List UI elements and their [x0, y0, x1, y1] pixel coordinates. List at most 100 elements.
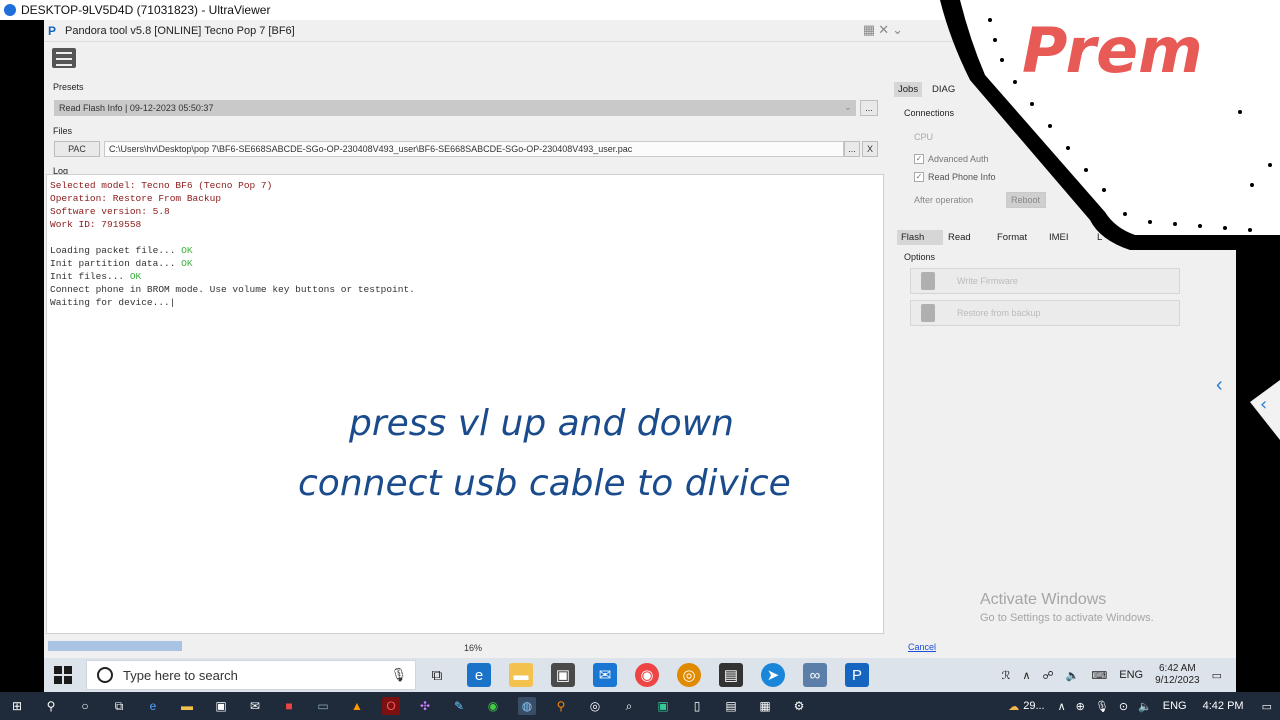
write-firmware-label: Write Firmware — [957, 276, 1018, 286]
clock-time[interactable]: 4:42 PM — [1203, 700, 1244, 712]
edge-icon[interactable]: e — [144, 697, 162, 715]
ultraviewer-icon[interactable]: ◍ — [518, 697, 536, 715]
overlay-caption-2: connect usb cable to divice — [298, 463, 791, 504]
browse-button[interactable]: ... — [844, 141, 860, 157]
network-icon[interactable]: ⊕ — [1076, 700, 1085, 713]
vlc-icon[interactable]: ▲ — [348, 697, 366, 715]
clear-file-button[interactable]: X — [862, 141, 878, 157]
tab-jobs[interactable]: Jobs — [894, 82, 923, 97]
log-line: Init files... OK — [50, 271, 142, 282]
cpu-label: CPU — [914, 132, 934, 142]
network-icon[interactable]: ☍ — [1043, 669, 1054, 682]
restore-backup-label: Restore from backup — [957, 308, 1041, 318]
chevron-up-icon[interactable]: ∧ — [1022, 669, 1030, 682]
task-view-icon[interactable]: ⧉ — [425, 663, 449, 687]
windows-start-icon[interactable] — [54, 666, 72, 684]
file-path-input[interactable]: C:\Users\hv\Desktop\pop 7\BF6-SE668SABCD… — [104, 141, 844, 157]
windows-start-icon[interactable]: ⊞ — [8, 697, 26, 715]
app-red-icon[interactable]: ■ — [280, 697, 298, 715]
overlay-caption-1: press vl up and down — [349, 403, 734, 444]
tab-flash[interactable]: Flash — [897, 230, 943, 245]
phone-icon — [921, 272, 935, 290]
app-icon[interactable]: ▣ — [654, 697, 672, 715]
preset-value: Read Flash Info | 09-12-2023 05:50:37 — [59, 103, 214, 113]
magnifier-icon[interactable]: ⌕ — [620, 697, 638, 715]
advanced-auth-checkbox[interactable]: ✓ — [914, 154, 924, 164]
notepad-icon[interactable]: ▤ — [719, 663, 743, 687]
app-icon[interactable]: ▤ — [722, 697, 740, 715]
camera-icon[interactable]: ⊙ — [1119, 700, 1128, 713]
cortana-icon[interactable]: ○ — [76, 697, 94, 715]
log-line: Selected model: Tecno BF6 (Tecno Pop 7) — [50, 180, 273, 191]
phone-icon — [921, 304, 935, 322]
app-icon[interactable]: ▦ — [756, 697, 774, 715]
people-icon[interactable]: ℛ — [1002, 669, 1011, 682]
notification-icon[interactable]: ▭ — [1262, 700, 1272, 713]
pandora-taskbar-icon[interactable]: P — [845, 663, 869, 687]
app-icon[interactable]: ◎ — [586, 697, 604, 715]
write-firmware-button[interactable]: Write Firmware — [910, 268, 1180, 294]
presets-more-button[interactable]: ... — [860, 100, 878, 116]
chevron-up-icon[interactable]: ∧ — [1058, 700, 1066, 713]
edge-icon[interactable]: e — [467, 663, 491, 687]
cancel-link[interactable]: Cancel — [908, 642, 936, 652]
side-expand-tab[interactable]: ‹ — [1250, 380, 1280, 440]
clock[interactable]: 6:42 AM 9/12/2023 — [1155, 663, 1200, 687]
app-title: Pandora tool v5.8 [ONLINE] Tecno Pop 7 [… — [65, 24, 295, 37]
search-app-icon[interactable]: ⚲ — [552, 697, 570, 715]
file-explorer-icon[interactable]: ▬ — [509, 663, 533, 687]
log-line: Work ID: 7919558 — [50, 219, 142, 230]
settings-gear-icon[interactable]: ⚙ — [790, 697, 808, 715]
store-icon[interactable]: ▣ — [551, 663, 575, 687]
task-view-icon[interactable]: ⧉ — [110, 697, 128, 715]
options-label: Options — [904, 252, 936, 262]
volume-icon[interactable]: 🔈 — [1138, 700, 1152, 713]
log-line: Init partition data... OK — [50, 258, 193, 269]
volume-icon[interactable]: 🔈 — [1066, 669, 1080, 682]
store-icon[interactable]: ▣ — [212, 697, 230, 715]
file-path-value: C:\Users\hv\Desktop\pop 7\BF6-SE668SABCD… — [109, 144, 633, 154]
chrome-icon[interactable]: ◉ — [635, 663, 659, 687]
restore-backup-button[interactable]: Restore from backup — [910, 300, 1180, 326]
mail-icon[interactable]: ✉ — [593, 663, 617, 687]
microphone-icon[interactable]: 🎙 — [390, 667, 407, 683]
search-icon[interactable]: ⚲ — [42, 697, 60, 715]
microphone-icon[interactable]: 🎙 — [1095, 700, 1109, 713]
link-icon[interactable]: ∞ — [803, 663, 827, 687]
premium-badge: Prem — [940, 0, 1280, 250]
mail-icon[interactable]: ✉ — [246, 697, 264, 715]
title-controls[interactable]: ▦✕⌄ — [863, 22, 906, 38]
presets-select[interactable]: Read Flash Info | 09-12-2023 05:50:37 — [54, 100, 856, 116]
keyboard-icon[interactable]: ⌨ — [1091, 669, 1107, 682]
telegram-icon[interactable]: ➤ — [761, 663, 785, 687]
presets-label: Presets — [53, 82, 84, 92]
pac-button[interactable]: PAC — [54, 141, 100, 157]
log-line: Connect phone in BROM mode. Use volume k… — [50, 284, 415, 295]
clock-time: 6:42 AM — [1158, 663, 1196, 674]
app-icon[interactable]: ▭ — [314, 697, 332, 715]
ultraviewer-logo-icon — [4, 4, 16, 16]
language-indicator[interactable]: ENG — [1163, 700, 1187, 712]
log-line: Waiting for device...| — [50, 297, 176, 308]
progress-fill — [48, 641, 182, 651]
app-icon[interactable]: ✎ — [450, 697, 468, 715]
weather-icon[interactable]: ☁ — [1008, 700, 1019, 713]
badge-text: Prem — [1022, 14, 1203, 87]
read-phone-info-checkbox[interactable]: ✓ — [914, 172, 924, 182]
remote-taskbar: Type here to search 🎙 ⧉ e ▬ ▣ ✉ ◉ ◎ ▤ ➤ … — [44, 658, 1236, 692]
taskbar-search-box[interactable]: Type here to search 🎙 — [86, 660, 416, 690]
app-icon[interactable]: ◎ — [677, 663, 701, 687]
opera-icon[interactable]: O — [382, 697, 400, 715]
file-explorer-icon[interactable]: ▬ — [178, 697, 196, 715]
notification-icon[interactable]: ▭ — [1212, 669, 1222, 682]
app-icon[interactable]: ▯ — [688, 697, 706, 715]
activate-windows-subtitle: Go to Settings to activate Windows. — [980, 612, 1154, 624]
hamburger-menu-icon[interactable] — [52, 48, 76, 68]
weather-temp: 29... — [1023, 700, 1045, 712]
language-indicator[interactable]: ENG — [1119, 669, 1143, 681]
chrome-icon[interactable]: ◉ — [484, 697, 502, 715]
search-placeholder: Type here to search — [123, 667, 238, 683]
activate-windows-title: Activate Windows — [980, 591, 1107, 608]
side-collapse-icon[interactable]: ‹ — [1216, 374, 1223, 397]
app-icon[interactable]: ✣ — [416, 697, 434, 715]
